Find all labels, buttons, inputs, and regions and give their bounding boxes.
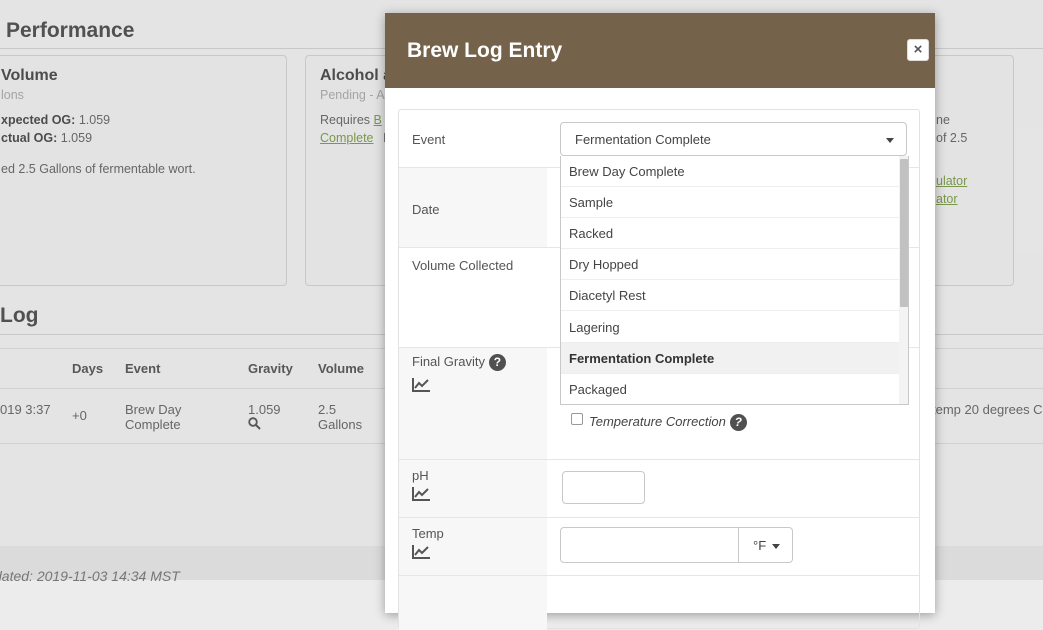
- event-dropdown-list[interactable]: Brew Day Complete Sample Racked Dry Hopp…: [560, 156, 909, 405]
- temp-label: Temp: [412, 526, 444, 541]
- chevron-down-icon: [772, 544, 780, 549]
- final-gravity-label: Final Gravity?: [412, 354, 506, 372]
- chevron-down-icon: [886, 138, 894, 143]
- temp-input[interactable]: [560, 527, 740, 563]
- temp-unit-dropdown[interactable]: °F: [738, 527, 793, 563]
- event-option-sample[interactable]: Sample: [561, 187, 899, 218]
- next-row: [399, 575, 919, 630]
- event-option-lagering[interactable]: Lagering: [561, 312, 899, 343]
- event-option-racked[interactable]: Racked: [561, 218, 899, 249]
- brew-log-modal: Brew Log Entry × Event Date Volume Colle…: [385, 13, 935, 630]
- temperature-correction-label: Temperature Correction?: [589, 414, 747, 432]
- event-label: Event: [412, 132, 446, 147]
- modal-title: Brew Log Entry: [407, 39, 563, 62]
- temp-unit-value: °F: [753, 538, 767, 553]
- dropdown-scrollbar[interactable]: [899, 156, 908, 404]
- event-option-fermentation-complete[interactable]: Fermentation Complete: [561, 343, 899, 374]
- close-button[interactable]: ×: [907, 39, 929, 61]
- help-icon[interactable]: ?: [729, 414, 747, 432]
- ph-row: pH: [399, 459, 919, 517]
- scrollbar-thumb[interactable]: [900, 159, 908, 307]
- ph-label: pH: [412, 468, 429, 483]
- event-option-brew-day-complete[interactable]: Brew Day Complete: [561, 156, 899, 187]
- event-option-dry-hopped[interactable]: Dry Hopped: [561, 249, 899, 280]
- chart-icon[interactable]: [412, 377, 431, 392]
- label-cell: [399, 576, 547, 630]
- modal-header: Brew Log Entry ×: [385, 13, 935, 88]
- ph-input[interactable]: [562, 471, 645, 504]
- temperature-correction-checkbox[interactable]: [571, 413, 583, 425]
- event-option-packaged[interactable]: Packaged: [561, 374, 899, 404]
- date-label: Date: [412, 202, 440, 217]
- chart-icon[interactable]: [412, 544, 431, 559]
- help-icon[interactable]: ?: [488, 354, 506, 372]
- volume-collected-label: Volume Collected: [412, 258, 514, 273]
- event-select[interactable]: Fermentation Complete: [560, 122, 907, 156]
- event-select-value: Fermentation Complete: [575, 132, 711, 147]
- chart-icon[interactable]: [412, 486, 431, 501]
- event-option-diacetyl-rest[interactable]: Diacetyl Rest: [561, 280, 899, 311]
